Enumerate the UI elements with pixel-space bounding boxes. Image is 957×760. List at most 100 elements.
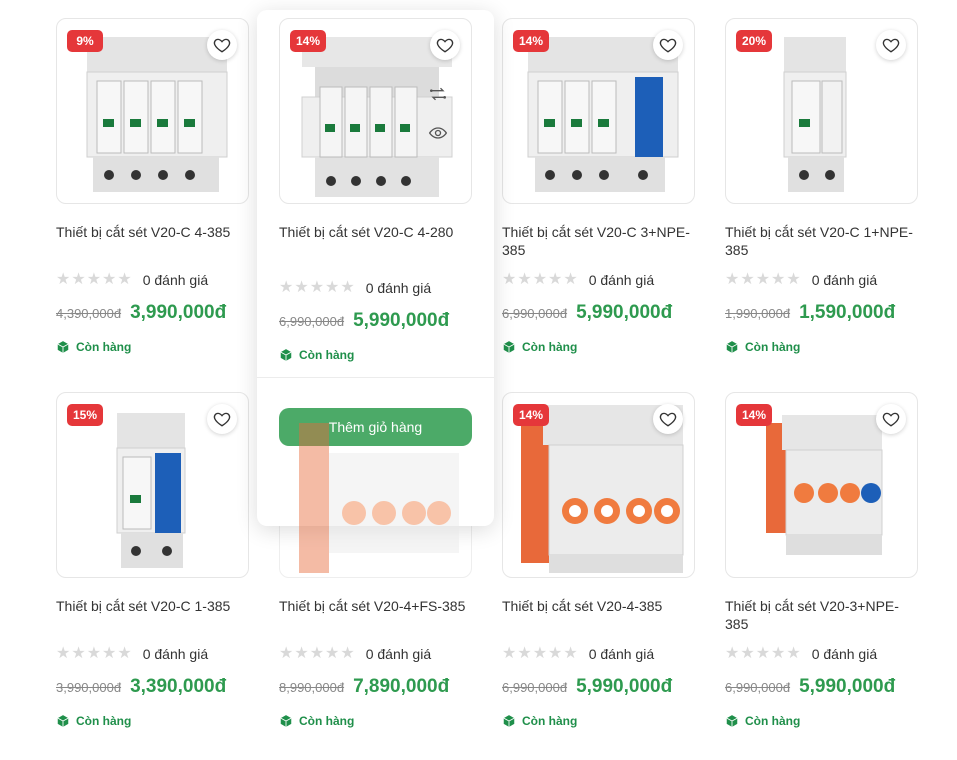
product-title[interactable]: Thiết bị cắt sét V20-C 1-385 (56, 597, 249, 615)
discount-badge: 14% (290, 30, 327, 52)
star-icon: ★ (517, 271, 532, 288)
rating-count: 0 đánh giá (588, 272, 655, 288)
product-prices: 1,990,000đ 1,590,000đ (725, 302, 895, 326)
product-title[interactable]: Thiết bị cắt sét V20-C 4-280 (279, 223, 472, 241)
star-icon: ★ (71, 645, 86, 662)
star-icon: ★ (86, 645, 102, 662)
wishlist-button[interactable] (207, 30, 237, 60)
wishlist-button[interactable] (876, 404, 906, 434)
box-icon (280, 715, 292, 727)
star-icon: ★ (532, 645, 548, 662)
star-icon: ★ (517, 645, 532, 662)
heart-icon (882, 38, 900, 53)
product-title[interactable]: Thiết bị cắt sét V20-C 4-385 (56, 223, 249, 241)
product-rating: ★ ★ ★ ★ ★ 0 đánh giá (725, 272, 878, 289)
rating-stars: ★ ★ ★ ★ ★ (502, 646, 578, 662)
quickview-button[interactable] (424, 119, 452, 147)
star-icon: ★ (102, 271, 117, 288)
star-icon: ★ (563, 645, 578, 662)
product-grid: 14% Thiết bị cắt sét V20-C 4-280 ★ ★ ★ ★ ★ 0… (0, 0, 957, 760)
product-rating: ★ ★ ★ ★ ★ 0 đánh giá (56, 271, 208, 289)
rating-stars: ★ ★ ★ ★ ★ (725, 272, 801, 288)
heart-icon (882, 412, 900, 427)
box-icon (503, 341, 515, 353)
star-icon: ★ (56, 645, 71, 662)
rating-stars: ★ ★ ★ ★ ★ (279, 646, 355, 662)
product-rating: ★ ★ ★ ★ ★ 0 đánh giá (279, 646, 432, 663)
sale-price: 7,890,000đ (353, 676, 450, 697)
star-icon: ★ (340, 279, 355, 296)
star-icon: ★ (786, 271, 801, 288)
rating-count: 0 đánh giá (365, 280, 432, 296)
discount-badge: 14% (513, 30, 550, 52)
compare-button[interactable] (424, 80, 452, 108)
stock-label: Còn hàng (522, 340, 578, 354)
compare-arrows-icon (430, 87, 446, 101)
product-card-hover-content: 14% Thiết bị cắt sét V20-C 4-280 ★ ★ ★ ★ ★ 0… (279, 18, 472, 362)
sale-price: 5,990,000đ (353, 310, 450, 331)
stock-status: Còn hàng (279, 714, 354, 728)
star-icon: ★ (279, 645, 294, 662)
product-title[interactable]: Thiết bị cắt sét V20-C 3+NPE-385 (502, 223, 695, 259)
stock-status: Còn hàng (56, 714, 131, 728)
star-icon: ★ (279, 279, 294, 296)
sale-price: 3,990,000đ (130, 302, 227, 323)
sale-price: 5,990,000đ (576, 676, 673, 697)
old-price: 6,990,000đ (279, 314, 345, 329)
star-icon: ★ (563, 271, 578, 288)
rating-count: 0 đánh giá (142, 646, 209, 662)
product-image-faded (279, 403, 472, 578)
star-icon: ★ (309, 645, 325, 662)
wishlist-button[interactable] (653, 404, 683, 434)
product-rating: ★ ★ ★ ★ ★ 0 đánh giá (502, 272, 655, 289)
old-price: 3,990,000đ (56, 680, 122, 695)
discount-badge: 14% (513, 404, 550, 426)
rating-count: 0 đánh giá (811, 272, 878, 288)
product-title[interactable]: Thiết bị cắt sét V20-C 1+NPE-385 (725, 223, 918, 259)
rating-count: 0 đánh giá (811, 646, 878, 662)
stock-label: Còn hàng (76, 714, 132, 728)
rating-count: 0 đánh giá (365, 646, 432, 662)
product-rating: ★ ★ ★ ★ ★ 0 đánh giá (56, 645, 209, 663)
heart-icon (659, 38, 677, 53)
star-icon: ★ (548, 271, 563, 288)
wishlist-button[interactable] (653, 30, 683, 60)
stock-label: Còn hàng (76, 340, 132, 354)
wishlist-button[interactable] (430, 30, 460, 60)
product-prices: 6,990,000đ 5,990,000đ (279, 310, 449, 334)
old-price: 6,990,000đ (502, 306, 568, 321)
heart-icon (436, 38, 454, 53)
sale-price: 5,990,000đ (576, 302, 673, 323)
old-price: 6,990,000đ (725, 680, 791, 695)
stock-label: Còn hàng (745, 714, 801, 728)
stock-status: Còn hàng (56, 340, 131, 354)
heart-icon (213, 38, 231, 53)
star-icon: ★ (294, 279, 309, 296)
wishlist-button[interactable] (876, 30, 906, 60)
product-title[interactable]: Thiết bị cắt sét V20-4+FS-385 (279, 597, 472, 615)
box-icon (57, 715, 69, 727)
box-icon (726, 715, 738, 727)
rating-count: 0 đánh giá (588, 646, 655, 662)
star-icon: ★ (755, 271, 771, 288)
product-title[interactable]: Thiết bị cắt sét V20-3+NPE-385 (725, 597, 918, 633)
hover-divider (257, 377, 494, 378)
stock-status: Còn hàng (502, 714, 577, 728)
stock-status: Còn hàng (725, 714, 800, 728)
stock-label: Còn hàng (299, 348, 355, 362)
star-icon: ★ (86, 271, 102, 288)
old-price: 4,390,000đ (56, 306, 122, 321)
product-prices: 6,990,000đ 5,990,000đ (725, 676, 895, 700)
heart-icon (659, 412, 677, 427)
eye-icon (428, 127, 448, 139)
sale-price: 1,590,000đ (799, 302, 896, 323)
product-title[interactable]: Thiết bị cắt sét V20-4-385 (502, 597, 695, 615)
box-icon (280, 349, 292, 361)
stock-status: Còn hàng (279, 348, 354, 362)
star-icon: ★ (71, 271, 86, 288)
stock-label: Còn hàng (299, 714, 355, 728)
box-icon (726, 341, 738, 353)
product-rating: ★ ★ ★ ★ ★ 0 đánh giá (725, 646, 878, 663)
wishlist-button[interactable] (207, 404, 237, 434)
rating-stars: ★ ★ ★ ★ ★ (502, 272, 578, 288)
